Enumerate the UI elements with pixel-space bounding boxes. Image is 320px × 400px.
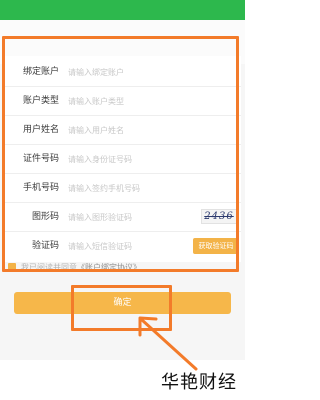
button-highlight-box: [71, 285, 172, 331]
form-highlight-box: [2, 36, 239, 272]
app-header: [0, 0, 245, 20]
screen: 绑定账户 账户类型 用户姓名 证件号码 手机号码 图形码 2436 验证码 获取…: [0, 0, 245, 400]
watermark-text: 华艳财经: [161, 372, 237, 393]
